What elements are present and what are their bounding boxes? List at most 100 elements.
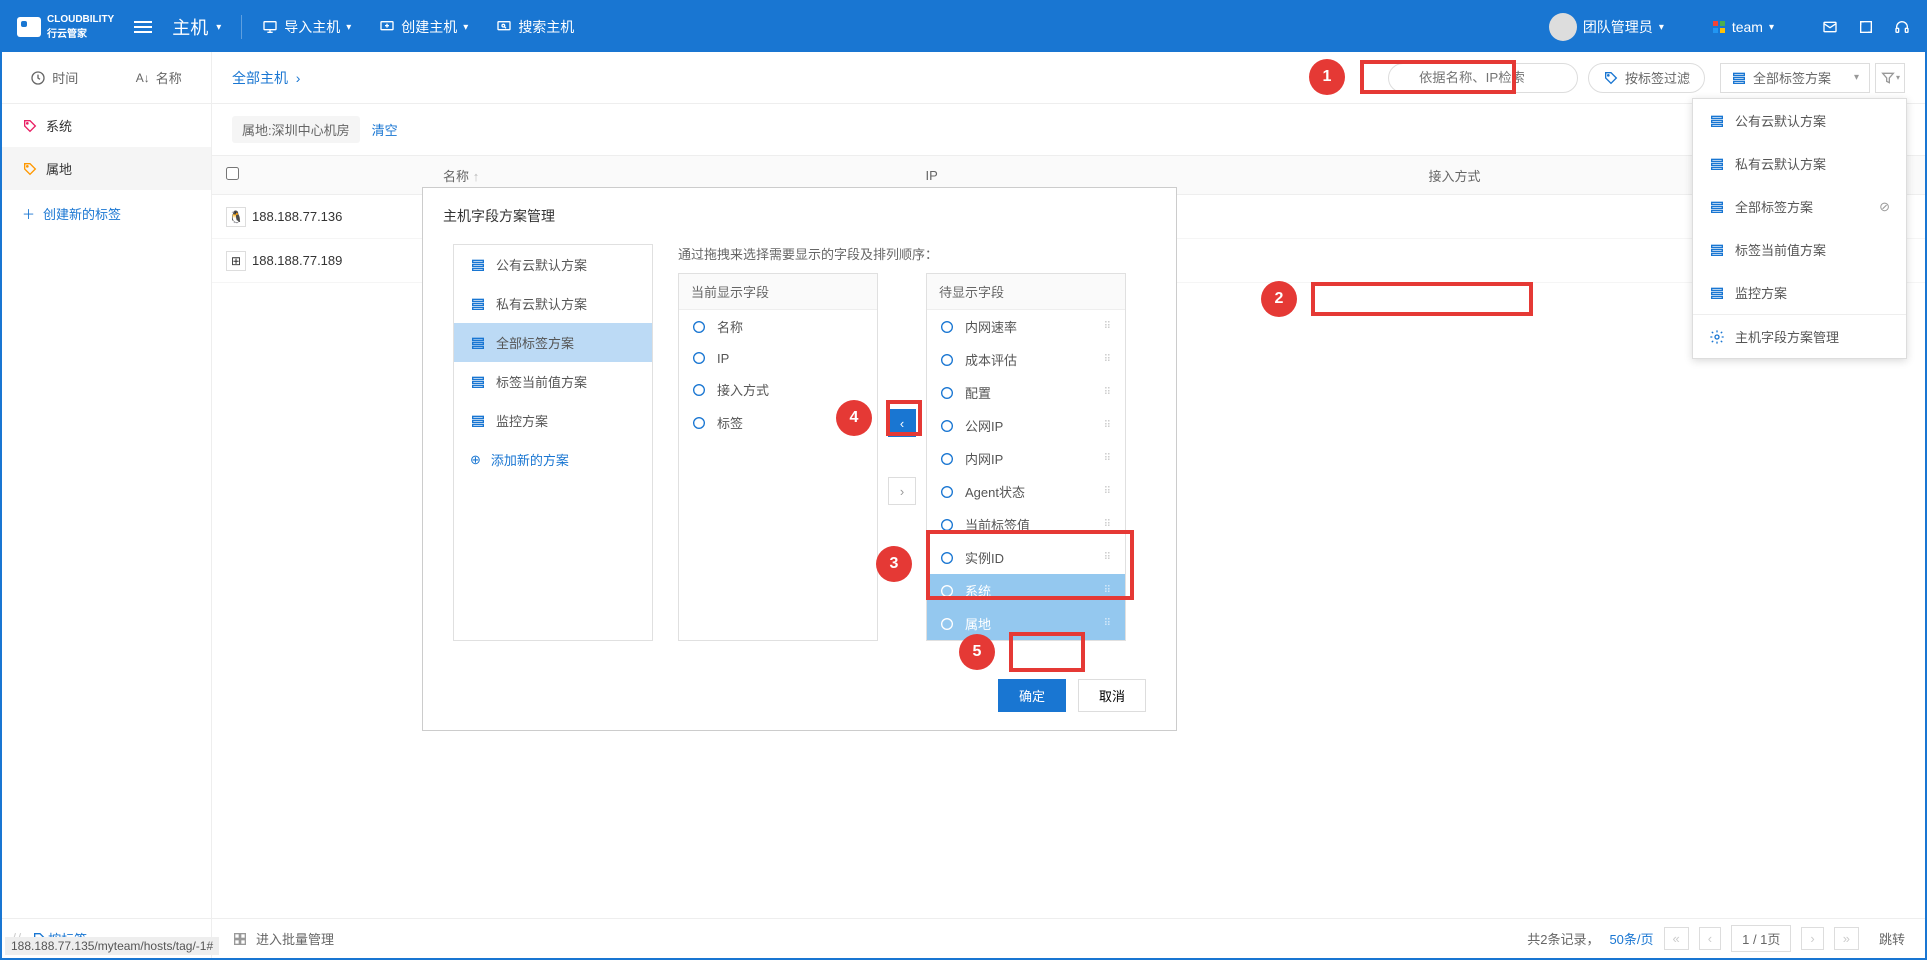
field-item[interactable]: Agent状态⠿ — [927, 475, 1125, 508]
col-ip[interactable]: IP — [670, 168, 1193, 183]
create-host-button[interactable]: 创建主机 ▾ — [379, 17, 468, 37]
callout-badge-3: 3 — [876, 546, 912, 582]
dropdown-item[interactable]: 全部标签方案⊘ — [1693, 185, 1906, 228]
clear-filters[interactable]: 清空 — [372, 120, 398, 139]
scheme-select[interactable]: 全部标签方案 ▾ — [1720, 63, 1870, 93]
field-item[interactable]: 配置⠿ — [927, 376, 1125, 409]
dropdown-item[interactable]: 监控方案 — [1693, 271, 1906, 314]
expand-icon[interactable] — [1858, 19, 1874, 35]
field-item[interactable]: 成本评估⠿ — [927, 343, 1125, 376]
dropdown-item[interactable]: 公有云默认方案 — [1693, 99, 1906, 142]
next-page-button[interactable]: › — [1801, 927, 1823, 950]
search-host-button[interactable]: 搜索主机 — [496, 17, 574, 37]
field-item[interactable]: 系统⠿ — [927, 574, 1125, 607]
scheme-list: 公有云默认方案私有云默认方案全部标签方案标签当前值方案监控方案 ⊕ 添加新的方案 — [453, 244, 653, 641]
list-icon — [1709, 113, 1725, 129]
dropdown-item[interactable]: 标签当前值方案 — [1693, 228, 1906, 271]
filter-icon-button[interactable]: ▾ — [1875, 63, 1905, 93]
field-icon — [939, 319, 955, 335]
ok-button[interactable]: 确定 — [998, 679, 1066, 712]
sidebar-tag-item[interactable]: 属地 — [2, 147, 211, 190]
field-item[interactable]: IP — [679, 343, 877, 373]
select-all-checkbox[interactable] — [226, 167, 239, 180]
current-fields-box: 当前显示字段 名称IP接入方式标签 — [678, 273, 878, 641]
create-tag-button[interactable]: ＋ 创建新的标签 — [2, 190, 211, 237]
search-input[interactable] — [1388, 63, 1578, 93]
field-item[interactable]: 实例ID⠿ — [927, 541, 1125, 574]
filter-chip[interactable]: 属地:深圳中心机房 — [232, 116, 360, 143]
scheme-item[interactable]: 标签当前值方案 — [454, 362, 652, 401]
scheme-item[interactable]: 监控方案 — [454, 401, 652, 440]
dropdown-item[interactable]: 私有云默认方案 — [1693, 142, 1906, 185]
add-scheme-button[interactable]: ⊕ 添加新的方案 — [454, 440, 652, 479]
tag-icon — [22, 118, 38, 134]
cancel-button[interactable]: 取消 — [1078, 679, 1146, 712]
field-item[interactable]: 内网IP⠿ — [927, 442, 1125, 475]
page-info: 1 / 1页 — [1731, 925, 1791, 952]
footer: 进入批量管理 共2条记录， 50条/页 « ‹ 1 / 1页 › » 跳转 — [212, 918, 1925, 958]
chevron-left-icon: ‹ — [900, 416, 904, 431]
gear-icon — [1709, 329, 1725, 345]
monitor-search-icon — [496, 19, 512, 35]
callout-badge-1: 1 — [1309, 59, 1345, 95]
tab-name[interactable]: A↓ 名称 — [107, 52, 212, 103]
field-icon — [939, 352, 955, 368]
tag-icon — [22, 161, 38, 177]
batch-icon — [232, 931, 248, 947]
field-icon — [939, 385, 955, 401]
field-icon — [939, 583, 955, 599]
sort-icon: A↓ — [136, 71, 150, 85]
chevron-down-icon: ▾ — [1769, 22, 1774, 33]
tab-time[interactable]: 时间 — [2, 52, 107, 103]
move-left-button[interactable]: ‹ — [888, 409, 916, 437]
filter-by-tag-button[interactable]: 按标签过滤 — [1588, 63, 1705, 93]
drag-handle-icon: ⠿ — [1104, 486, 1113, 497]
enter-batch-link[interactable]: 进入批量管理 — [256, 929, 334, 948]
globe-icon — [691, 350, 707, 366]
field-item[interactable]: 当前标签值⠿ — [927, 508, 1125, 541]
col-access[interactable]: 接入方式 — [1193, 166, 1716, 185]
modal-title: 主机字段方案管理 — [423, 188, 1176, 244]
dropdown-manage-schemes[interactable]: 主机字段方案管理 — [1693, 315, 1906, 358]
field-item[interactable]: 名称 — [679, 310, 877, 343]
prev-page-button[interactable]: ‹ — [1699, 927, 1721, 950]
page-size-select[interactable]: 50条/页 — [1609, 929, 1653, 948]
jump-label[interactable]: 跳转 — [1879, 929, 1905, 948]
callout-badge-2: 2 — [1261, 281, 1297, 317]
col-name[interactable]: 名称 ↑ — [252, 166, 670, 185]
list-icon — [1709, 242, 1725, 258]
move-right-button[interactable]: › — [888, 477, 916, 505]
field-icon — [939, 616, 955, 632]
mail-icon[interactable] — [1822, 19, 1838, 35]
page-title[interactable]: 主机 ▾ — [172, 14, 221, 40]
scheme-item[interactable]: 全部标签方案 — [454, 323, 652, 362]
headset-icon[interactable] — [1894, 19, 1910, 35]
drag-handle-icon: ⠿ — [1104, 387, 1113, 398]
funnel-icon — [1880, 70, 1896, 86]
logo[interactable]: CLOUDBILITY 行云管家 — [17, 14, 114, 40]
chevron-down-icon: ▾ — [346, 22, 351, 33]
scheme-item[interactable]: 公有云默认方案 — [454, 245, 652, 284]
first-page-button[interactable]: « — [1664, 927, 1689, 950]
separator — [241, 15, 242, 39]
field-item[interactable]: 公网IP⠿ — [927, 409, 1125, 442]
scheme-item[interactable]: 私有云默认方案 — [454, 284, 652, 323]
import-host-button[interactable]: 导入主机 ▾ — [262, 17, 351, 37]
user-menu[interactable]: 团队管理员 ▾ — [1549, 13, 1664, 41]
last-page-button[interactable]: » — [1834, 927, 1859, 950]
breadcrumb[interactable]: 全部主机 › — [232, 68, 300, 88]
field-item[interactable]: 内网速率⠿ — [927, 310, 1125, 343]
current-fields-head: 当前显示字段 — [679, 274, 877, 310]
sidebar-tag-item[interactable]: 系统 — [2, 104, 211, 147]
team-menu[interactable]: team ▾ — [1712, 19, 1774, 35]
avatar — [1549, 13, 1577, 41]
drag-handle-icon: ⠿ — [1104, 354, 1113, 365]
tag-icon — [691, 415, 707, 431]
callout-badge-4: 4 — [836, 400, 872, 436]
os-icon: ⊞ — [226, 251, 246, 271]
share-icon — [691, 382, 707, 398]
hamburger-icon[interactable] — [134, 18, 152, 36]
status-bar-url: 188.188.77.135/myteam/hosts/tag/-1# — [5, 937, 219, 955]
field-icon — [939, 550, 955, 566]
field-item[interactable]: 属地⠿ — [927, 607, 1125, 640]
